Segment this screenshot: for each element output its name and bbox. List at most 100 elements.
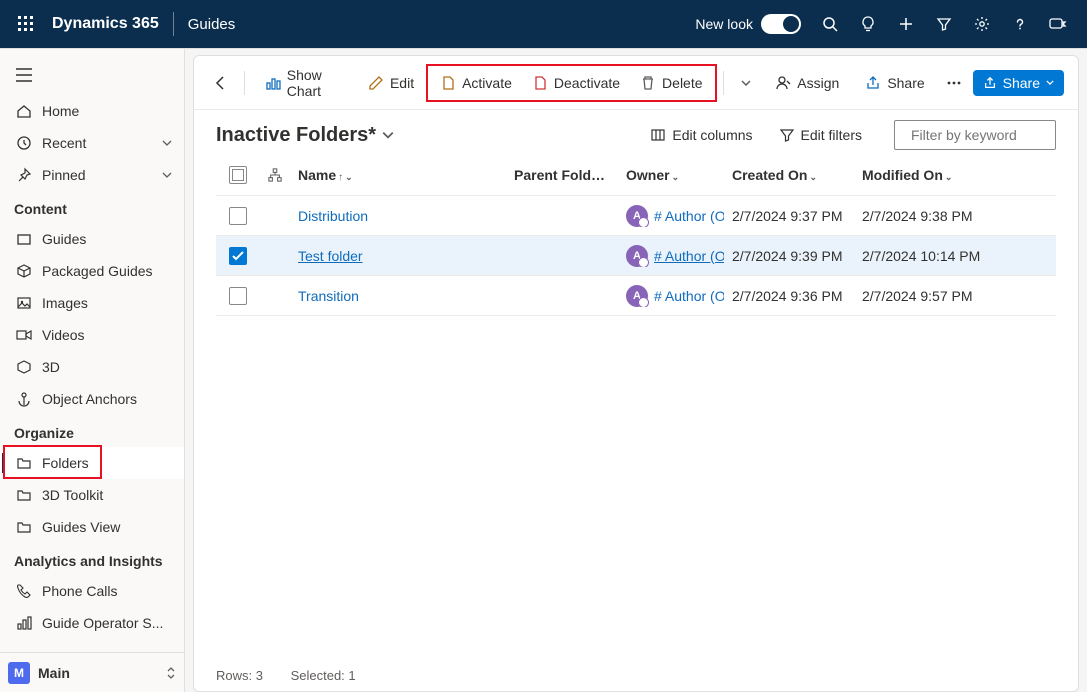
plus-icon[interactable]	[887, 0, 925, 48]
main-content: Show Chart Edit Activate Deactivate	[185, 49, 1087, 692]
activate-button[interactable]: Activate	[430, 69, 522, 97]
nav-pinned[interactable]: Pinned	[0, 159, 184, 191]
nav-recent[interactable]: Recent	[0, 127, 184, 159]
nav-group-content: Content	[0, 191, 184, 223]
column-name[interactable]: Name↑⌄	[290, 167, 506, 183]
nav-phone-calls[interactable]: Phone Calls	[0, 575, 184, 607]
nav-3d[interactable]: 3D	[0, 351, 184, 383]
lightbulb-icon[interactable]	[849, 0, 887, 48]
settings-icon[interactable]	[963, 0, 1001, 48]
app-name[interactable]: Guides	[188, 16, 236, 33]
row-checkbox[interactable]	[229, 247, 247, 265]
deactivate-button[interactable]: Deactivate	[522, 69, 630, 97]
toggle-switch[interactable]	[761, 14, 801, 34]
column-owner[interactable]: Owner⌄	[618, 167, 724, 183]
filter-icon[interactable]	[925, 0, 963, 48]
app-launcher-icon[interactable]	[6, 0, 46, 48]
edit-filters-button[interactable]: Edit filters	[771, 121, 870, 149]
share-label: Share	[887, 75, 924, 91]
record-name-link[interactable]: Transition	[298, 288, 359, 304]
column-parent[interactable]: Parent Folder⌄	[506, 167, 618, 183]
command-bar: Show Chart Edit Activate Deactivate	[194, 56, 1078, 110]
nav-pinned-label: Pinned	[42, 167, 86, 183]
status-bar: Rows: 3 Selected: 1	[194, 660, 1078, 691]
search-icon[interactable]	[811, 0, 849, 48]
nav-guides[interactable]: Guides	[0, 223, 184, 255]
modified-cell: 2/7/2024 10:14 PM	[854, 248, 994, 264]
column-modified[interactable]: Modified On⌄	[854, 167, 994, 183]
show-chart-button[interactable]: Show Chart	[255, 61, 352, 105]
share-button[interactable]: Share	[855, 69, 934, 97]
nav-3d-toolkit[interactable]: 3D Toolkit	[0, 479, 184, 511]
help-icon[interactable]	[1001, 0, 1039, 48]
clock-icon	[16, 135, 32, 151]
filter-search[interactable]	[894, 120, 1056, 150]
owner-link[interactable]: # Author (O...	[654, 248, 724, 264]
updown-icon	[166, 666, 176, 680]
records-grid: Name↑⌄ Parent Folder⌄ Owner⌄ Created On⌄…	[194, 154, 1078, 660]
table-row[interactable]: TransitionA# Author (O...2/7/2024 9:36 P…	[216, 276, 1056, 316]
back-button[interactable]	[208, 67, 234, 99]
folder-icon	[16, 231, 32, 247]
table-row[interactable]: DistributionA# Author (O...2/7/2024 9:37…	[216, 196, 1056, 236]
edit-columns-button[interactable]: Edit columns	[642, 121, 760, 149]
nav-guides-view[interactable]: Guides View	[0, 511, 184, 543]
chart-icon	[16, 615, 32, 631]
nav-images-label: Images	[42, 295, 88, 311]
avatar: A	[626, 285, 648, 307]
edit-columns-label: Edit columns	[672, 127, 752, 143]
grid-header: Name↑⌄ Parent Folder⌄ Owner⌄ Created On⌄…	[216, 154, 1056, 196]
edit-filters-label: Edit filters	[801, 127, 862, 143]
assign-button[interactable]: Assign	[765, 69, 849, 97]
edit-button[interactable]: Edit	[358, 69, 424, 97]
nav-home[interactable]: Home	[0, 95, 184, 127]
nav-videos[interactable]: Videos	[0, 319, 184, 351]
env-badge: M	[8, 662, 30, 684]
chevron-down-icon	[162, 172, 172, 178]
select-all-checkbox[interactable]	[229, 166, 247, 184]
share-icon	[865, 75, 881, 91]
record-name-link[interactable]: Distribution	[298, 208, 368, 224]
more-icon[interactable]	[941, 67, 967, 99]
view-title[interactable]: Inactive Folders*	[216, 124, 394, 147]
nav-group-analytics: Analytics and Insights	[0, 543, 184, 575]
record-name-link[interactable]: Test folder	[298, 248, 363, 264]
delete-button[interactable]: Delete	[630, 69, 712, 97]
nav-videos-label: Videos	[42, 327, 85, 343]
separator	[244, 71, 245, 95]
trash-icon	[640, 75, 656, 91]
nav-guide-operator[interactable]: Guide Operator S...	[0, 607, 184, 639]
pin-icon	[16, 167, 32, 183]
hamburger-icon[interactable]	[0, 55, 184, 95]
folder-icon	[16, 455, 32, 471]
row-checkbox[interactable]	[229, 287, 247, 305]
delete-label: Delete	[662, 75, 702, 91]
nav-folders[interactable]: Folders	[0, 447, 184, 479]
owner-link[interactable]: # Author (O...	[654, 208, 724, 224]
column-owner-label: Owner	[626, 167, 670, 183]
environment-switcher[interactable]: M Main	[0, 652, 184, 692]
share-primary-button[interactable]: Share	[973, 70, 1064, 96]
overflow-chevron[interactable]	[733, 67, 759, 99]
nav-packaged-guides-label: Packaged Guides	[42, 263, 153, 279]
column-created[interactable]: Created On⌄	[724, 167, 854, 183]
owner-link[interactable]: # Author (O...	[654, 288, 724, 304]
new-look-toggle[interactable]: New look	[695, 14, 801, 34]
cube-icon	[16, 359, 32, 375]
modified-cell: 2/7/2024 9:57 PM	[854, 288, 994, 304]
chevron-down-icon	[382, 131, 394, 139]
created-cell: 2/7/2024 9:39 PM	[724, 248, 854, 264]
video-icon	[16, 327, 32, 343]
brand-label[interactable]: Dynamics 365	[52, 15, 159, 33]
filter-input[interactable]	[909, 126, 1087, 144]
assistant-icon[interactable]	[1039, 0, 1077, 48]
nav-images[interactable]: Images	[0, 287, 184, 319]
hierarchy-icon[interactable]	[260, 168, 290, 182]
nav-packaged-guides[interactable]: Packaged Guides	[0, 255, 184, 287]
nav-home-label: Home	[42, 103, 79, 119]
nav-object-anchors[interactable]: Object Anchors	[0, 383, 184, 415]
header-divider	[173, 12, 174, 36]
table-row[interactable]: Test folderA# Author (O...2/7/2024 9:39 …	[216, 236, 1056, 276]
row-checkbox[interactable]	[229, 207, 247, 225]
home-icon	[16, 103, 32, 119]
